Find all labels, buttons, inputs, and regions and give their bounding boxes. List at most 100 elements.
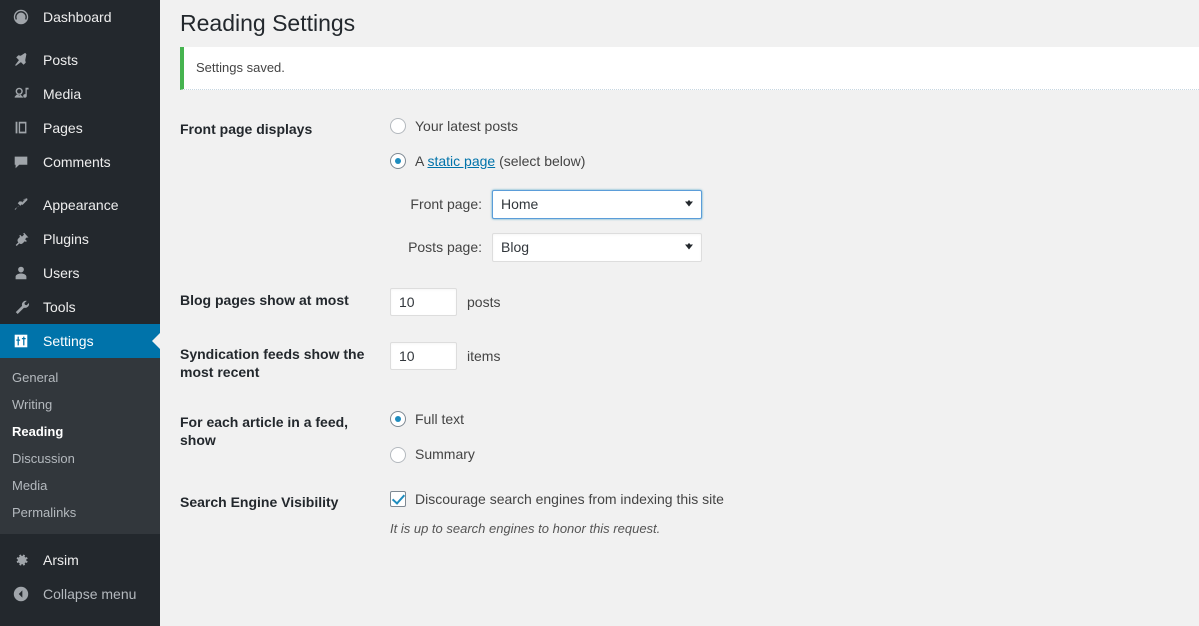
posts-page-select-row: Posts page: Blog [390, 233, 1189, 262]
wrench-icon [11, 297, 31, 317]
front-page-select-value: Home [501, 195, 538, 213]
sidebar-item-label: Appearance [43, 198, 119, 212]
search-engine-visibility-label: Search Engine Visibility [160, 477, 380, 551]
sidebar-item-label: Comments [43, 155, 111, 169]
gear-icon [11, 550, 31, 570]
radio-full-text[interactable]: Full text [390, 410, 1189, 428]
sidebar-item-label: Settings [43, 334, 94, 348]
radio-label: Full text [415, 410, 464, 428]
radio-label: Your latest posts [415, 117, 518, 135]
radio-your-latest-posts[interactable]: Your latest posts [390, 117, 1189, 135]
blog-pages-row: posts [390, 288, 1189, 316]
sidebar-item-label: Users [43, 266, 80, 280]
blog-pages-label: Blog pages show at most [160, 275, 380, 329]
settings-submenu: General Writing Reading Discussion Media… [0, 358, 160, 534]
sidebar-item-plugins[interactable]: Plugins [0, 222, 160, 256]
dashboard-icon [11, 7, 31, 27]
admin-page: Dashboard Posts Media [0, 0, 1199, 626]
static-page-link[interactable]: static page [427, 153, 495, 169]
sidebar-item-label: Pages [43, 121, 83, 135]
pushpin-icon [11, 50, 31, 70]
front-page-select[interactable]: Home [492, 190, 702, 219]
radio-label-suffix: (select below) [495, 153, 585, 169]
sidebar-item-media[interactable]: Media [0, 77, 160, 111]
posts-page-label: Posts page: [390, 238, 482, 256]
syndication-feeds-input[interactable] [390, 342, 457, 370]
reading-settings-form: Front page displays Your latest posts A … [160, 104, 1199, 551]
sidebar-item-posts[interactable]: Posts [0, 43, 160, 77]
form-row-syndication-feeds: Syndication feeds show the most recent i… [160, 329, 1199, 397]
plug-icon [11, 229, 31, 249]
chevron-down-icon [685, 245, 693, 250]
radio-label: Summary [415, 445, 475, 463]
front-page-label: Front page: [390, 195, 482, 213]
radio-input[interactable] [390, 118, 406, 134]
collapse-arrow-icon [11, 584, 31, 604]
form-row-front-page-displays: Front page displays Your latest posts A … [160, 104, 1199, 275]
sidebar-item-pages[interactable]: Pages [0, 111, 160, 145]
sidebar-item-comments[interactable]: Comments [0, 145, 160, 179]
submenu-item-general[interactable]: General [0, 364, 160, 391]
sidebar-item-label: Dashboard [43, 10, 112, 24]
sidebar-item-appearance[interactable]: Appearance [0, 188, 160, 222]
chevron-down-icon [685, 202, 693, 207]
submenu-item-discussion[interactable]: Discussion [0, 445, 160, 472]
form-row-feed-article-show: For each article in a feed, show Full te… [160, 397, 1199, 476]
sidebar-item-settings[interactable]: Settings [0, 324, 160, 358]
submenu-item-writing[interactable]: Writing [0, 391, 160, 418]
settings-sliders-icon [11, 331, 31, 351]
posts-page-select[interactable]: Blog [492, 233, 702, 262]
feed-article-show-label: For each article in a feed, show [160, 397, 380, 476]
radio-input[interactable] [390, 411, 406, 427]
checkbox-label: Discourage search engines from indexing … [415, 490, 724, 508]
submenu-item-permalinks[interactable]: Permalinks [0, 499, 160, 526]
posts-page-select-value: Blog [501, 238, 529, 256]
search-engine-visibility-fieldset: Discourage search engines from indexing … [390, 490, 1189, 538]
front-page-displays-fieldset: Your latest posts A static page (select … [390, 117, 1189, 262]
syndication-feeds-row: items [390, 342, 1189, 370]
page-title: Reading Settings [160, 0, 1199, 42]
front-page-select-row: Front page: Home [390, 190, 1189, 219]
discourage-search-engines-row[interactable]: Discourage search engines from indexing … [390, 490, 1189, 508]
sidebar-divider [0, 534, 160, 543]
feed-article-show-fieldset: Full text Summary [390, 410, 1189, 463]
submenu-item-media[interactable]: Media [0, 472, 160, 499]
radio-static-page[interactable]: A static page (select below) [390, 152, 1189, 170]
sidebar-item-label: Arsim [43, 553, 79, 567]
paintbrush-icon [11, 195, 31, 215]
static-page-selects: Front page: Home Posts page: [390, 190, 1189, 262]
comment-icon [11, 152, 31, 172]
blog-pages-suffix: posts [467, 293, 500, 311]
discourage-search-engines-checkbox[interactable] [390, 491, 406, 507]
radio-input[interactable] [390, 153, 406, 169]
current-menu-arrow [152, 333, 160, 349]
sidebar-item-users[interactable]: Users [0, 256, 160, 290]
main-content: Reading Settings Settings saved. Front p… [160, 0, 1199, 626]
media-icon [11, 84, 31, 104]
user-icon [11, 263, 31, 283]
sidebar-item-label: Posts [43, 53, 78, 67]
sidebar-item-label: Tools [43, 300, 76, 314]
sidebar-item-dashboard[interactable]: Dashboard [0, 0, 160, 34]
syndication-feeds-suffix: items [467, 347, 500, 365]
radio-input[interactable] [390, 447, 406, 463]
sidebar-item-arsim[interactable]: Arsim [0, 543, 160, 577]
settings-saved-notice: Settings saved. [180, 47, 1199, 90]
pages-icon [11, 118, 31, 138]
notice-text: Settings saved. [196, 58, 1187, 78]
blog-pages-input[interactable] [390, 288, 457, 316]
radio-summary[interactable]: Summary [390, 445, 1189, 463]
sidebar-item-label: Media [43, 87, 81, 101]
submenu-item-reading[interactable]: Reading [0, 418, 160, 445]
front-page-displays-label: Front page displays [160, 104, 380, 275]
sidebar-item-tools[interactable]: Tools [0, 290, 160, 324]
admin-sidebar: Dashboard Posts Media [0, 0, 160, 626]
form-row-search-engine-visibility: Search Engine Visibility Discourage sear… [160, 477, 1199, 551]
sidebar-item-label: Collapse menu [43, 587, 136, 601]
form-row-blog-pages: Blog pages show at most posts [160, 275, 1199, 329]
syndication-feeds-label: Syndication feeds show the most recent [160, 329, 380, 397]
sidebar-item-label: Plugins [43, 232, 89, 246]
search-engine-visibility-helper: It is up to search engines to honor this… [390, 521, 1189, 538]
radio-label-prefix: A [415, 153, 427, 169]
collapse-menu-button[interactable]: Collapse menu [0, 577, 160, 611]
